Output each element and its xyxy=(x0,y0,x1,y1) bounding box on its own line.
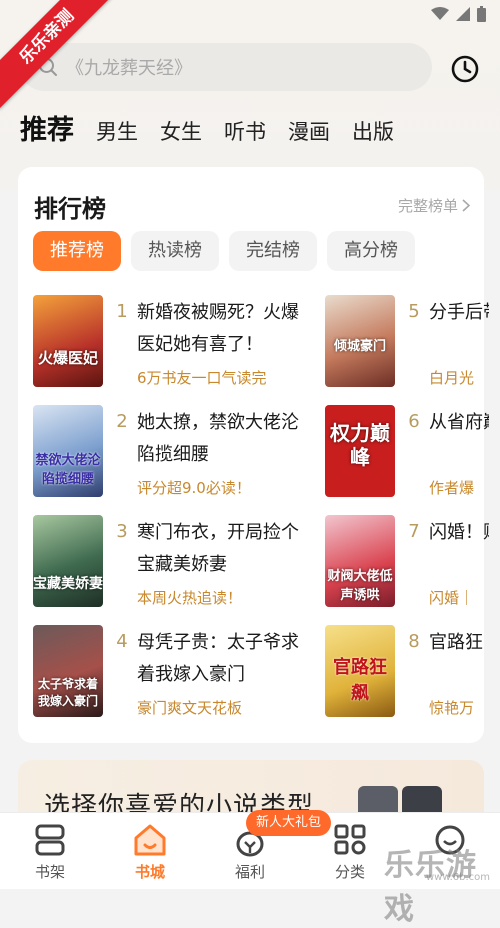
ranking-tab-high-score[interactable]: 高分榜 xyxy=(327,231,415,271)
wifi-icon xyxy=(431,7,449,20)
full-ranking-label: 完整榜单 xyxy=(397,197,458,215)
book-tagline: 作者爆 xyxy=(429,479,475,497)
category-tab-comics[interactable]: 漫画 xyxy=(288,116,330,146)
battery-icon xyxy=(477,6,486,22)
bookshelf-icon xyxy=(35,824,65,856)
chevron-right-icon xyxy=(462,199,470,212)
book-title: 母凭子贵：太子爷求着我嫁入豪门 xyxy=(137,632,299,685)
book-title: 闪婚！财阀大 xyxy=(429,522,489,543)
book-tagline: 评分超9.0必读！ xyxy=(137,479,251,497)
rank-number: 4 xyxy=(116,631,128,652)
rank-number: 5 xyxy=(408,301,420,322)
ranking-tabs: 推荐榜 热读榜 完结榜 高分榜 xyxy=(33,231,415,271)
category-tab-female[interactable]: 女生 xyxy=(160,116,202,146)
book-cover: 官路狂飙 xyxy=(325,625,395,717)
book-cover: 太子爷求着我嫁入豪门 xyxy=(33,625,103,717)
book-item[interactable]: 倾城豪门 5 分手后带血孕白月光 xyxy=(325,295,489,388)
ranking-tab-recommend[interactable]: 推荐榜 xyxy=(33,231,121,271)
book-title: 她太撩，禁欲大佬沦陷揽细腰 xyxy=(137,412,299,465)
book-tagline: 白月光 xyxy=(429,369,475,387)
newcomer-gift-badge[interactable]: 新人大礼包 xyxy=(246,810,332,836)
category-tab-male[interactable]: 男生 xyxy=(96,116,138,146)
signal-icon xyxy=(456,7,470,21)
status-bar xyxy=(431,6,486,22)
rank-number: 2 xyxy=(116,411,128,432)
book-cover: 禁欲大佬沦陷揽细腰 xyxy=(33,405,103,497)
ranking-card: 排行榜 完整榜单 推荐榜 热读榜 完结榜 高分榜 火爆医妃 1 新婚夜被赐死？火… xyxy=(18,167,489,743)
category-tab-audiobook[interactable]: 听书 xyxy=(224,116,266,146)
nav-label: 书架 xyxy=(34,863,65,881)
book-title: 新婚夜被赐死？火爆医妃她有喜了！ xyxy=(137,302,299,355)
book-title: 寒门布衣，开局捡个宝藏美娇妻 xyxy=(137,522,299,575)
home-store-icon xyxy=(134,824,166,856)
book-item[interactable]: 官路狂飙 8 官路狂惊艳万 xyxy=(325,625,489,718)
rank-number: 3 xyxy=(116,521,128,542)
book-item[interactable]: 权力巅峰 6 从省府巅峰作者爆 xyxy=(325,405,489,498)
search-placeholder: 《九龙葬天经》 xyxy=(66,58,192,79)
ranking-tab-hot[interactable]: 热读榜 xyxy=(131,231,219,271)
category-tabs: 推荐 男生 女生 听书 漫画 出版 xyxy=(20,108,416,147)
book-item[interactable]: 火爆医妃 1 新婚夜被赐死？火爆医妃她有喜了！ 6万书友一口气读完 xyxy=(33,295,309,388)
book-item[interactable]: 宝藏美娇妻 3 寒门布衣，开局捡个宝藏美娇妻本周火热追读！ xyxy=(33,515,309,608)
nav-bookstore[interactable]: 书城 xyxy=(100,813,200,889)
history-clock-icon[interactable] xyxy=(450,54,480,84)
book-tagline: 闪婚｜ xyxy=(429,589,475,607)
book-cover: 权力巅峰 xyxy=(325,405,395,497)
brand-watermark: 乐乐游戏 xyxy=(384,848,477,927)
brand-watermark-url: www.6b.com xyxy=(426,872,491,883)
book-tagline: 6万书友一口气读完 xyxy=(137,369,267,387)
category-tab-recommend[interactable]: 推荐 xyxy=(20,108,74,147)
category-tab-publish[interactable]: 出版 xyxy=(352,116,394,146)
book-item[interactable]: 太子爷求着我嫁入豪门 4 母凭子贵：太子爷求着我嫁入豪门豪门爽文天花板 xyxy=(33,625,309,718)
ranking-tab-finished[interactable]: 完结榜 xyxy=(229,231,317,271)
grid-category-icon xyxy=(334,824,366,855)
book-tagline: 本周火热追读！ xyxy=(137,589,243,607)
book-item[interactable]: 财阀大佬低声诱哄 7 闪婚！财阀大闪婚｜ xyxy=(325,515,489,608)
ranking-title: 排行榜 xyxy=(34,195,106,223)
book-item[interactable]: 禁欲大佬沦陷揽细腰 2 她太撩，禁欲大佬沦陷揽细腰评分超9.0必读！ xyxy=(33,405,309,498)
book-tagline: 惊艳万 xyxy=(429,699,475,717)
book-title: 分手后带血孕 xyxy=(429,302,489,323)
nav-bookshelf[interactable]: 书架 xyxy=(0,813,100,889)
book-title: 官路狂 xyxy=(429,632,483,653)
search-bar[interactable]: 《九龙葬天经》 xyxy=(20,43,432,91)
nav-label: 书城 xyxy=(134,863,165,881)
book-title: 从省府巅峰 xyxy=(429,412,489,433)
full-ranking-link[interactable]: 完整榜单 xyxy=(398,195,470,216)
book-cover: 宝藏美娇妻 xyxy=(33,515,103,607)
book-cover: 火爆医妃 xyxy=(33,295,103,387)
rank-number: 8 xyxy=(408,631,420,652)
book-tagline: 豪门爽文天花板 xyxy=(137,699,243,717)
book-cover: 财阀大佬低声诱哄 xyxy=(325,515,395,607)
rank-number: 7 xyxy=(408,521,420,542)
rank-number: 1 xyxy=(116,301,128,322)
book-cover: 倾城豪门 xyxy=(325,295,395,387)
nav-label: 福利 xyxy=(234,863,265,881)
rank-number: 6 xyxy=(408,411,420,432)
